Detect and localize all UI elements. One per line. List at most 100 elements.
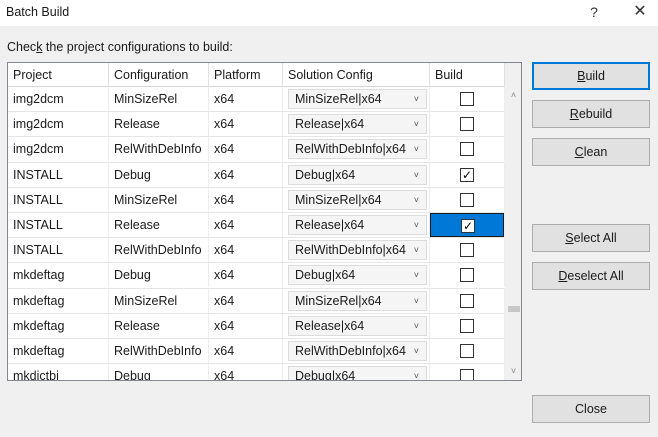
close-button[interactable]: Close xyxy=(532,395,650,423)
build-checkbox[interactable]: ✓ xyxy=(460,167,474,182)
table-row[interactable]: img2dcm Release x64 Release|x64 ˅ xyxy=(8,112,505,138)
solution-config-dropdown[interactable]: RelWithDebInfo|x64 ˅ xyxy=(288,240,427,261)
solution-config-dropdown[interactable]: RelWithDebInfo|x64 ˅ xyxy=(288,340,427,361)
column-header-build[interactable]: Build xyxy=(430,63,505,87)
chevron-down-icon[interactable]: ˅ xyxy=(414,115,419,133)
platform-cell: x64 xyxy=(209,112,283,137)
table-row[interactable]: INSTALL MinSizeRel x64 MinSizeRel|x64 ˅ xyxy=(8,187,505,213)
platform-cell: x64 xyxy=(209,187,283,212)
column-header-project[interactable]: Project xyxy=(8,63,109,87)
window-title: Batch Build xyxy=(6,5,70,19)
build-cell-area[interactable] xyxy=(430,188,504,212)
build-cell-area[interactable]: ✓ xyxy=(430,163,504,187)
build-checkbox[interactable] xyxy=(460,117,474,132)
solution-config-dropdown[interactable]: Release|x64 ˅ xyxy=(288,214,427,235)
table-row[interactable]: img2dcm RelWithDebInfo x64 RelWithDebInfo|x… xyxy=(8,137,505,163)
build-checkbox[interactable] xyxy=(460,192,474,207)
scroll-up-icon[interactable]: ˄ xyxy=(505,87,521,104)
chevron-down-icon[interactable]: ˅ xyxy=(414,140,419,158)
build-cell-area[interactable] xyxy=(430,263,504,287)
platform-cell: x64 xyxy=(209,87,283,111)
build-cell-area[interactable] xyxy=(430,289,504,313)
configuration-cell: Debug xyxy=(109,263,209,288)
project-cell: img2dcm xyxy=(8,87,109,111)
solution-config-cell: MinSizeRel|x64 ˅ xyxy=(283,288,430,313)
build-checkbox[interactable] xyxy=(460,318,474,333)
configurations-grid[interactable]: Project Configuration Platform Solution … xyxy=(7,62,522,381)
column-header-platform[interactable]: Platform xyxy=(209,63,283,87)
table-row[interactable]: INSTALL Release x64 Release|x64 ˅ ✓ xyxy=(8,212,505,239)
build-cell-area[interactable] xyxy=(430,87,504,111)
build-cell-area[interactable] xyxy=(430,364,504,380)
build-cell-area[interactable] xyxy=(430,314,504,338)
build-checkbox[interactable]: ✓ xyxy=(461,218,475,233)
scroll-down-icon[interactable]: ˅ xyxy=(505,363,521,380)
platform-cell: x64 xyxy=(209,212,283,237)
solution-config-value: Debug|x64 xyxy=(295,268,356,283)
table-row[interactable]: mkdeftag MinSizeRel x64 MinSizeRel|x64 ˅ xyxy=(8,288,505,314)
column-header-solution-config[interactable]: Solution Config xyxy=(283,63,430,87)
solution-config-cell: Debug|x64 ˅ xyxy=(283,162,430,187)
build-checkbox[interactable] xyxy=(460,243,474,258)
table-row[interactable]: mkdeftag Debug x64 Debug|x64 ˅ xyxy=(8,263,505,289)
build-cell xyxy=(430,87,505,111)
help-button[interactable]: ? xyxy=(574,0,614,26)
build-checkbox[interactable] xyxy=(460,268,474,283)
build-cell xyxy=(430,263,505,288)
solution-config-dropdown[interactable]: MinSizeRel|x64 ˅ xyxy=(288,89,427,109)
solution-config-dropdown[interactable]: MinSizeRel|x64 ˅ xyxy=(288,189,427,210)
deselect-all-button[interactable]: Deselect All xyxy=(532,262,650,290)
solution-config-dropdown[interactable]: Debug|x64 ˅ xyxy=(288,164,427,185)
build-cell-area[interactable] xyxy=(430,238,504,262)
chevron-down-icon[interactable]: ˅ xyxy=(414,292,419,310)
solution-config-dropdown[interactable]: Debug|x64 ˅ xyxy=(288,366,427,380)
build-button[interactable]: Build xyxy=(532,62,650,90)
scrollbar-thumb[interactable] xyxy=(508,306,520,312)
deselect-all-button-label: eselect All xyxy=(567,269,624,283)
checkmark-icon: ✓ xyxy=(461,167,473,182)
chevron-down-icon[interactable]: ˅ xyxy=(414,216,419,234)
build-cell-area[interactable] xyxy=(430,339,504,363)
build-checkbox[interactable] xyxy=(460,92,474,106)
solution-config-cell: Release|x64 ˅ xyxy=(283,212,430,237)
chevron-down-icon[interactable]: ˅ xyxy=(414,342,419,360)
solution-config-dropdown[interactable]: Release|x64 ˅ xyxy=(288,114,427,135)
chevron-down-icon[interactable]: ˅ xyxy=(414,191,419,209)
solution-config-dropdown[interactable]: Release|x64 ˅ xyxy=(288,315,427,336)
rebuild-button[interactable]: Rebuild xyxy=(532,100,650,128)
table-row[interactable]: mkdictbi Debug x64 Debug|x64 ˅ xyxy=(8,364,505,380)
column-header-configuration[interactable]: Configuration xyxy=(109,63,209,87)
build-checkbox[interactable] xyxy=(460,142,474,157)
table-row[interactable]: mkdeftag Release x64 Release|x64 ˅ xyxy=(8,313,505,339)
clean-button[interactable]: Clean xyxy=(532,138,650,166)
solution-config-dropdown[interactable]: Debug|x64 ˅ xyxy=(288,265,427,286)
build-cell-area[interactable] xyxy=(430,137,504,161)
chevron-down-icon[interactable]: ˅ xyxy=(414,90,419,108)
chevron-down-icon[interactable]: ˅ xyxy=(414,367,419,380)
chevron-down-icon[interactable]: ˅ xyxy=(414,241,419,259)
table-row[interactable]: INSTALL RelWithDebInfo x64 RelWithDebInfo|x… xyxy=(8,238,505,264)
chevron-down-icon[interactable]: ˅ xyxy=(414,317,419,335)
vertical-scrollbar[interactable]: ˄ ˅ xyxy=(505,63,521,380)
select-all-button[interactable]: Select All xyxy=(532,224,650,252)
solution-config-value: RelWithDebInfo|x64 xyxy=(295,243,406,258)
build-checkbox[interactable] xyxy=(460,369,474,380)
build-checkbox[interactable] xyxy=(460,293,474,308)
platform-cell: x64 xyxy=(209,137,283,162)
solution-config-cell: MinSizeRel|x64 ˅ xyxy=(283,87,430,111)
build-cell-area[interactable] xyxy=(430,112,504,136)
build-cell-area[interactable]: ✓ xyxy=(430,212,504,237)
project-cell: INSTALL xyxy=(8,238,109,263)
solution-config-dropdown[interactable]: MinSizeRel|x64 ˅ xyxy=(288,290,427,311)
rebuild-button-label: ebuild xyxy=(578,107,613,121)
chevron-down-icon[interactable]: ˅ xyxy=(414,266,419,284)
solution-config-dropdown[interactable]: RelWithDebInfo|x64 ˅ xyxy=(288,139,427,160)
table-row[interactable]: mkdeftag RelWithDebInfo x64 RelWithDebInfo|… xyxy=(8,338,505,365)
table-row[interactable]: img2dcm MinSizeRel x64 MinSizeRel|x64 ˅ xyxy=(8,87,505,113)
project-cell: INSTALL xyxy=(8,212,109,237)
build-checkbox[interactable] xyxy=(460,343,474,358)
table-row[interactable]: INSTALL Debug x64 Debug|x64 ˅ ✓ xyxy=(8,162,505,188)
close-window-button[interactable]: ✕ xyxy=(620,0,658,26)
solution-config-value: MinSizeRel|x64 xyxy=(295,92,382,106)
chevron-down-icon[interactable]: ˅ xyxy=(414,166,419,184)
